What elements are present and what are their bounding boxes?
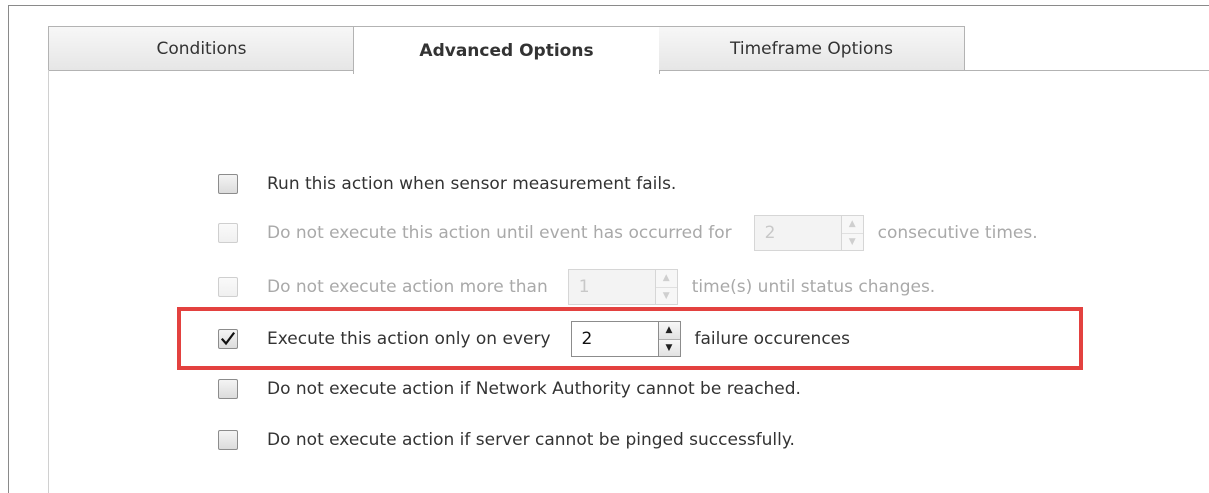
server-ping-checkbox[interactable] [218, 430, 238, 450]
every-failure-label-after: failure occurences [694, 329, 850, 349]
consecutive-checkbox [218, 223, 238, 243]
server-ping-label: Do not execute action if server cannot b… [267, 430, 795, 450]
every-failure-value[interactable]: 2 [570, 321, 659, 357]
option-consecutive: Do not execute this action until event h… [218, 215, 1038, 251]
max-times-label-after: time(s) until status changes. [691, 277, 936, 297]
arrow-up-icon: ▲ [655, 270, 677, 287]
max-times-checkbox [218, 277, 238, 297]
consecutive-stepper: 2 ▲ ▼ [753, 215, 864, 251]
arrow-down-icon: ▼ [655, 286, 677, 304]
max-times-label-before: Do not execute action more than [267, 277, 548, 297]
consecutive-label-before: Do not execute this action until event h… [267, 223, 732, 243]
option-max-times: Do not execute action more than 1 ▲ ▼ ti… [218, 269, 936, 305]
arrow-up-icon: ▲ [841, 216, 863, 233]
option-run-on-fail: Run this action when sensor measurement … [218, 171, 676, 197]
consecutive-label-after: consecutive times. [877, 223, 1038, 243]
network-authority-checkbox[interactable] [218, 379, 238, 399]
arrow-down-icon: ▼ [841, 232, 863, 250]
checkmark-icon [220, 331, 236, 346]
every-failure-stepper: 2 ▲ ▼ [570, 321, 681, 357]
run-on-fail-checkbox[interactable] [218, 174, 238, 194]
arrow-down-icon[interactable]: ▼ [658, 338, 680, 356]
tab-timeframe-options[interactable]: Timeframe Options [659, 26, 965, 71]
every-failure-checkbox[interactable] [218, 329, 238, 349]
option-network-authority: Do not execute action if Network Authori… [218, 376, 801, 402]
option-server-ping: Do not execute action if server cannot b… [218, 427, 795, 453]
tab-advanced-options[interactable]: Advanced Options [353, 26, 660, 74]
network-authority-label: Do not execute action if Network Authori… [267, 379, 801, 399]
arrow-up-icon[interactable]: ▲ [658, 322, 680, 339]
consecutive-value: 2 [753, 215, 842, 251]
max-times-stepper: 1 ▲ ▼ [567, 269, 678, 305]
tab-conditions[interactable]: Conditions [48, 26, 354, 71]
run-on-fail-label: Run this action when sensor measurement … [267, 174, 677, 194]
every-failure-label-before: Execute this action only on every [267, 329, 551, 349]
option-every-failure: Execute this action only on every 2 ▲ ▼ … [218, 321, 850, 357]
max-times-value: 1 [567, 269, 656, 305]
